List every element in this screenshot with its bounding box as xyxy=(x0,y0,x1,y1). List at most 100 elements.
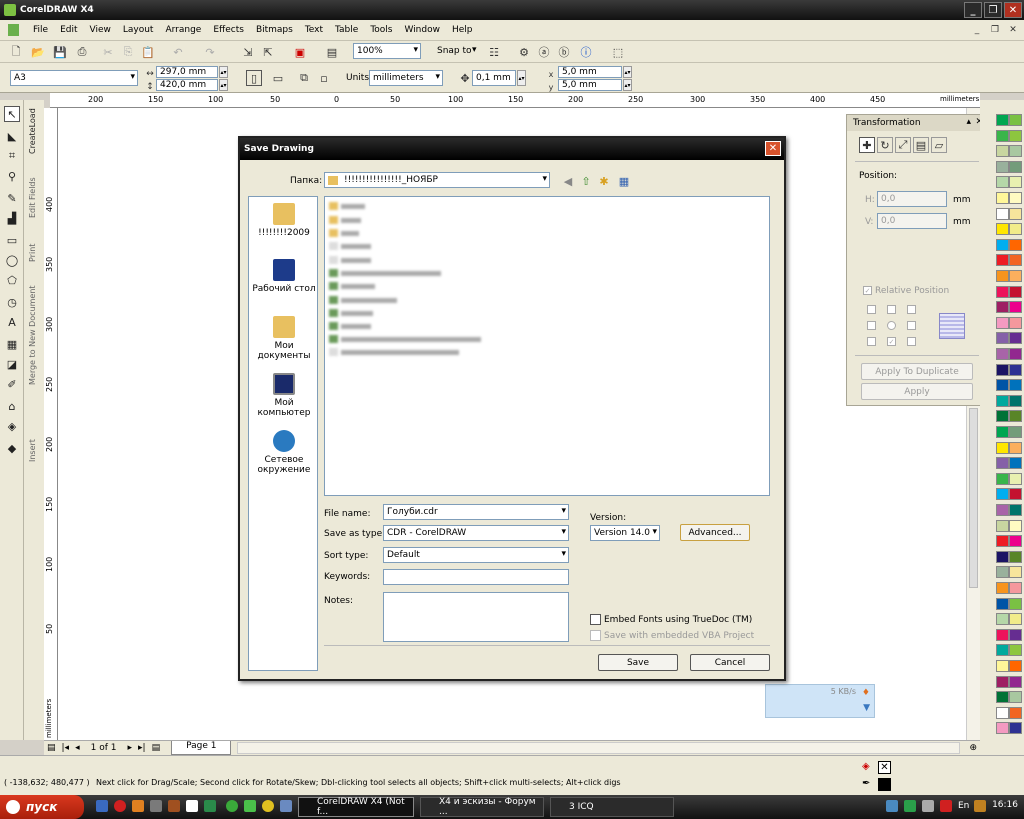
close-button[interactable]: ✕ xyxy=(1004,2,1022,18)
eyedropper-icon[interactable]: ✐ xyxy=(4,376,20,392)
color-swatch[interactable] xyxy=(1009,176,1022,189)
quicklaunch-icon[interactable] xyxy=(244,800,256,812)
scroll-thumb[interactable] xyxy=(969,408,978,588)
color-swatch[interactable] xyxy=(1009,644,1022,657)
place-network[interactable]: Сетевое окружение xyxy=(249,430,319,475)
zoom-navigator-icon[interactable]: ⊕ xyxy=(969,743,977,753)
quicklaunch-icon[interactable] xyxy=(186,800,198,812)
list-item[interactable] xyxy=(329,295,397,305)
relative-position-checkbox[interactable]: ✓ xyxy=(863,286,872,295)
rotate-mode-icon[interactable]: ↻ xyxy=(877,137,893,153)
color-swatch[interactable] xyxy=(1009,488,1022,501)
color-swatch[interactable] xyxy=(996,706,1009,719)
color-swatch[interactable] xyxy=(1009,363,1022,376)
all-pages-icon[interactable]: ⧉ xyxy=(296,70,312,86)
save-as-type-select[interactable]: CDR - CorelDRAW xyxy=(383,525,569,541)
color-swatch[interactable] xyxy=(996,519,1009,532)
cancel-button[interactable]: Cancel xyxy=(690,654,770,671)
color-swatch[interactable] xyxy=(996,550,1009,563)
corel-connect-icon[interactable]: ⚙ xyxy=(516,44,532,60)
color-swatch[interactable] xyxy=(1009,301,1022,314)
duplicate-x-spinner[interactable]: ▴▾ xyxy=(623,66,632,78)
color-swatch[interactable] xyxy=(996,660,1009,672)
view-menu-icon[interactable]: ▦ xyxy=(616,173,632,189)
transform-icon[interactable]: ⬚ xyxy=(610,44,626,60)
notes-textarea[interactable] xyxy=(383,592,569,642)
color-swatch[interactable] xyxy=(1009,550,1022,563)
tab-print[interactable]: Print xyxy=(28,244,37,262)
color-swatch[interactable] xyxy=(1009,706,1022,719)
skew-mode-icon[interactable]: ▱ xyxy=(931,137,947,153)
polygon-tool-icon[interactable]: ⬠ xyxy=(4,272,20,288)
color-swatch[interactable] xyxy=(1009,582,1022,594)
color-swatch[interactable] xyxy=(996,410,1009,423)
advanced-button[interactable]: Advanced... xyxy=(680,524,750,541)
embed-fonts-checkbox[interactable] xyxy=(590,614,601,625)
sort-type-select[interactable]: Default xyxy=(383,547,569,563)
color-swatch[interactable] xyxy=(1009,504,1022,516)
color-swatch[interactable] xyxy=(1009,270,1022,282)
list-item[interactable] xyxy=(329,241,371,251)
color-swatch[interactable] xyxy=(996,457,1009,470)
color-swatch[interactable] xyxy=(1009,426,1022,438)
undo-icon[interactable]: ↶ xyxy=(170,44,186,60)
position-v-field[interactable]: 0,0 xyxy=(877,213,947,229)
scale-mode-icon[interactable]: ⤢ xyxy=(895,137,911,153)
nudge-spinner[interactable]: ▴▾ xyxy=(517,70,526,86)
landscape-icon[interactable]: ▭ xyxy=(270,70,286,86)
color-swatch[interactable] xyxy=(996,582,1009,594)
zoom-select[interactable]: 100% xyxy=(353,43,421,59)
restore-button[interactable]: ❐ xyxy=(984,2,1002,18)
quicklaunch-icon[interactable] xyxy=(132,800,144,812)
list-item[interactable] xyxy=(329,308,373,318)
vba-checkbox[interactable] xyxy=(590,630,601,641)
list-item[interactable] xyxy=(329,281,375,291)
next-page-button[interactable]: ▸ xyxy=(127,743,132,753)
tray-icon[interactable] xyxy=(904,800,916,812)
color-swatch[interactable] xyxy=(996,363,1009,376)
keywords-input[interactable] xyxy=(383,569,569,585)
task-coreldraw[interactable]: CorelDRAW X4 (Not f... xyxy=(298,797,414,817)
minimize-button[interactable]: _ xyxy=(964,2,982,18)
color-swatch[interactable] xyxy=(996,613,1009,626)
menu-effects[interactable]: Effects xyxy=(207,25,250,35)
list-item[interactable] xyxy=(329,334,481,344)
snap-to-dropdown[interactable]: Snap to xyxy=(437,46,472,56)
fill-none-swatch[interactable]: ✕ xyxy=(878,761,891,774)
color-swatch[interactable] xyxy=(1009,316,1022,329)
save-icon[interactable]: 💾 xyxy=(52,44,68,60)
color-swatch[interactable] xyxy=(1009,207,1022,220)
language-indicator[interactable]: En xyxy=(958,801,969,811)
position-mode-icon[interactable]: ✚ xyxy=(859,137,875,153)
color-swatch[interactable] xyxy=(996,301,1009,314)
crop-tool-icon[interactable]: ⌗ xyxy=(4,148,20,164)
copy-icon[interactable]: ⎘ xyxy=(120,44,136,60)
color-swatch[interactable] xyxy=(996,504,1009,516)
version-select[interactable]: Version 14.0 xyxy=(590,525,660,541)
color-swatch[interactable] xyxy=(996,176,1009,189)
color-swatch[interactable] xyxy=(1009,145,1022,158)
color-swatch[interactable] xyxy=(1009,675,1022,688)
menu-tools[interactable]: Tools xyxy=(364,25,398,35)
color-swatch[interactable] xyxy=(1009,114,1022,126)
color-swatch[interactable] xyxy=(996,129,1009,142)
interactive-tool-icon[interactable]: ◪ xyxy=(4,356,20,372)
color-swatch[interactable] xyxy=(996,114,1009,126)
text-tool-icon[interactable]: A xyxy=(4,314,20,330)
color-swatch[interactable] xyxy=(996,441,1009,454)
fill-tool-icon[interactable]: ◈ xyxy=(4,418,20,434)
quicklaunch-icon[interactable] xyxy=(96,800,108,812)
application-launcher-icon[interactable]: ▣ xyxy=(292,44,308,60)
last-page-button[interactable]: ▸| xyxy=(138,743,146,753)
doc-close-button[interactable]: ✕ xyxy=(1006,23,1020,36)
color-swatch[interactable] xyxy=(1009,192,1022,204)
menu-file[interactable]: File xyxy=(27,25,54,35)
color-swatch[interactable] xyxy=(1009,722,1022,735)
add-page-icon[interactable]: ▤ xyxy=(152,743,161,753)
first-page-button[interactable]: |◂ xyxy=(62,743,70,753)
menu-view[interactable]: View xyxy=(84,25,117,35)
freehand-tool-icon[interactable]: ✎ xyxy=(4,190,20,206)
outline-tool-icon[interactable]: ⌂ xyxy=(4,398,20,414)
folder-select[interactable]: !!!!!!!!!!!!!!!!_НОЯБР xyxy=(324,172,550,188)
color-swatch[interactable] xyxy=(996,192,1009,204)
